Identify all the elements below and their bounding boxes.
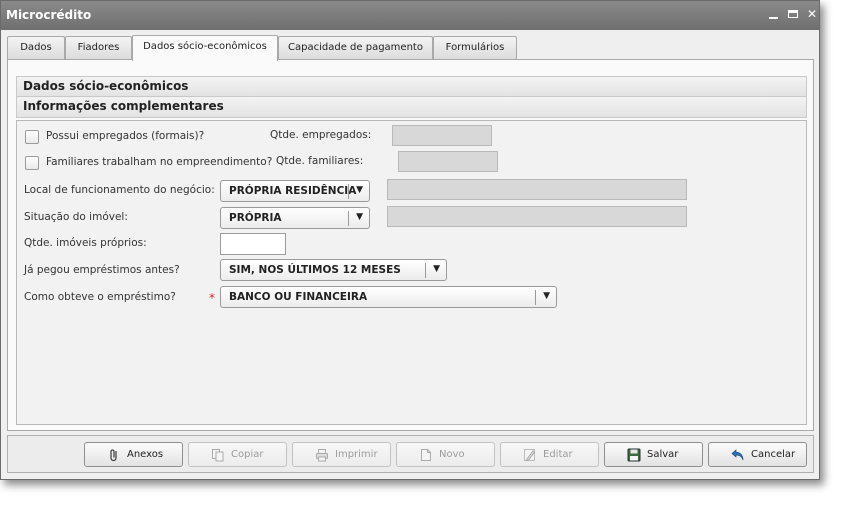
maximize-icon[interactable]: [786, 7, 800, 21]
microcredito-window: Microcrédito ✕ Dados Fiadores Dados sóci…: [0, 0, 820, 480]
qtde-empregados-field: [392, 125, 492, 146]
printer-icon: [316, 449, 328, 462]
chevron-down-icon: ▼: [356, 185, 363, 195]
novo-button[interactable]: Novo: [396, 442, 495, 467]
tab-capacidade-de-pagamento[interactable]: Capacidade de pagamento: [278, 36, 433, 59]
copy-icon: [212, 449, 224, 462]
editar-button[interactable]: Editar: [500, 442, 599, 467]
chevron-down-icon: ▼: [356, 212, 363, 222]
tab-fiadores[interactable]: Fiadores: [65, 36, 132, 59]
possui-empregados-label: Possui empregados (formais)?: [46, 130, 205, 142]
familiares-trabalham-label: Familiares trabalham no empreendimento?: [46, 156, 273, 168]
emprestimos-antes-select[interactable]: SIM, NOS ÚLTIMOS 12 MESES ▼: [220, 259, 447, 281]
tab-formularios[interactable]: Formulários: [433, 36, 517, 59]
tab-panel: Dados sócio-econômicos Informações compl…: [7, 59, 814, 431]
paperclip-icon: [110, 449, 117, 462]
floppy-disk-icon: [627, 448, 641, 462]
copiar-button[interactable]: Copiar: [188, 442, 287, 467]
qtde-imoveis-input[interactable]: [220, 233, 286, 255]
anexos-button[interactable]: Anexos: [84, 442, 183, 467]
local-funcionamento-value: PRÓPRIA RESIDÊNCIA: [229, 185, 357, 197]
qtde-empregados-label: Qtde. empregados:: [270, 129, 372, 141]
local-funcionamento-select[interactable]: PRÓPRIA RESIDÊNCIA ▼: [220, 180, 370, 202]
emprestimos-antes-label: Já pegou empréstimos antes?: [24, 264, 180, 276]
como-obteve-value: BANCO OU FINANCEIRA: [229, 291, 368, 303]
qtde-familiares-label: Qtde. familiares:: [276, 155, 364, 167]
action-button-bar: Anexos Copiar Imprimir Novo Editar Salva…: [7, 435, 814, 473]
new-document-icon: [421, 449, 431, 461]
situacao-imovel-value: PRÓPRIA: [229, 212, 282, 224]
familiares-trabalham-checkbox[interactable]: [25, 156, 39, 170]
title-bar[interactable]: Microcrédito ✕: [1, 1, 819, 30]
local-funcionamento-label: Local de funcionamento do negócio:: [24, 184, 215, 196]
minimize-icon[interactable]: [767, 7, 781, 21]
required-asterisk: *: [209, 291, 215, 305]
qtde-imoveis-label: Qtde. imóveis próprios:: [24, 237, 147, 249]
pencil-icon: [524, 449, 536, 462]
window-title: Microcrédito: [6, 8, 92, 22]
section-header-dados-socio-economicos[interactable]: Dados sócio-econômicos: [16, 76, 807, 97]
salvar-button[interactable]: Salvar: [604, 442, 703, 467]
chevron-down-icon: ▼: [433, 264, 440, 274]
tab-dados-socio-economicos[interactable]: Dados sócio-econômicos: [132, 35, 278, 61]
cancelar-button[interactable]: Cancelar: [708, 442, 807, 467]
form-area: Possui empregados (formais)? Qtde. empre…: [16, 120, 807, 425]
chevron-down-icon: ▼: [543, 291, 550, 301]
possui-empregados-checkbox[interactable]: [25, 130, 39, 144]
situacao-imovel-select[interactable]: PRÓPRIA ▼: [220, 207, 370, 229]
emprestimos-antes-value: SIM, NOS ÚLTIMOS 12 MESES: [229, 264, 401, 276]
situacao-imovel-extra-field: [387, 206, 687, 227]
como-obteve-label: Como obteve o empréstimo?: [24, 291, 176, 303]
qtde-familiares-field: [398, 151, 498, 172]
imprimir-button[interactable]: Imprimir: [292, 442, 391, 467]
local-funcionamento-extra-field: [387, 179, 687, 200]
undo-arrow-icon: [731, 449, 744, 461]
situacao-imovel-label: Situação do imóvel:: [24, 211, 128, 223]
section-header-informacoes-complementares[interactable]: Informações complementares: [16, 97, 807, 118]
close-icon[interactable]: ✕: [805, 7, 819, 21]
como-obteve-select[interactable]: BANCO OU FINANCEIRA ▼: [220, 286, 557, 308]
tab-dados[interactable]: Dados: [7, 36, 65, 59]
